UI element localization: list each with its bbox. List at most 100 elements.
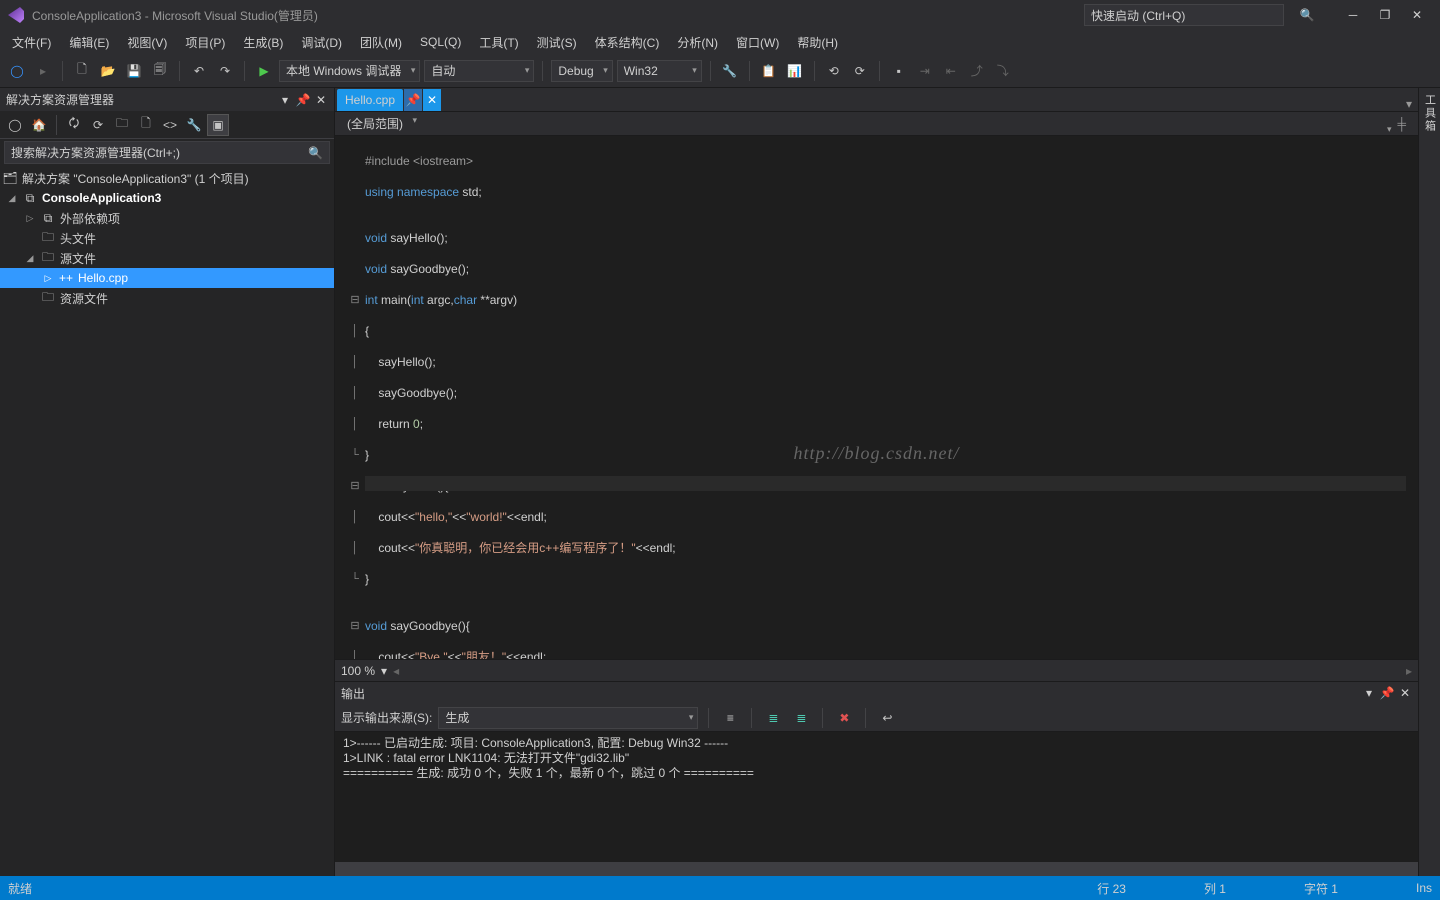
menu-project[interactable]: 项目(P)	[177, 32, 233, 53]
headers-node[interactable]: 🗀 头文件	[0, 228, 334, 248]
menu-test[interactable]: 测试(S)	[529, 32, 585, 53]
pin-icon[interactable]: 📌	[1380, 686, 1394, 700]
expand-icon[interactable]: ◢	[24, 253, 36, 264]
new-project-icon[interactable]: 🗋	[71, 60, 93, 82]
zoom-dropdown-icon[interactable]: ▾	[381, 664, 387, 678]
tb-icon-5[interactable]: ⟳	[849, 60, 871, 82]
external-deps-node[interactable]: ▷ ⧉ 外部依赖项	[0, 208, 334, 228]
code-icon[interactable]: <>	[159, 114, 181, 136]
project-node[interactable]: ◢ ⧉ ConsoleApplication3	[0, 188, 334, 208]
search-icon[interactable]: 🔍	[1292, 4, 1322, 26]
menu-team[interactable]: 团队(M)	[352, 32, 410, 53]
solution-icon: 🗂	[2, 171, 18, 185]
sources-node[interactable]: ◢ 🗀 源文件	[0, 248, 334, 268]
vs-logo-icon	[8, 7, 24, 23]
tab-label: Hello.cpp	[345, 93, 395, 107]
close-button[interactable]: ✕	[1402, 4, 1432, 26]
properties-icon[interactable]: 🔧	[183, 114, 205, 136]
hello-cpp-node[interactable]: ▷ ++ Hello.cpp	[0, 268, 334, 288]
hello-label: Hello.cpp	[78, 271, 128, 285]
panel-dropdown-icon[interactable]: ▾	[1362, 686, 1376, 700]
platform-dropdown[interactable]: Win32	[617, 60, 702, 82]
menu-tools[interactable]: 工具(T)	[471, 32, 526, 53]
output-text[interactable]: 1>------ 已启动生成: 项目: ConsoleApplication3,…	[335, 732, 1418, 862]
solution-node[interactable]: 🗂 解决方案 "ConsoleApplication3" (1 个项目)	[0, 168, 334, 188]
output-icon-1[interactable]: ≡	[719, 707, 741, 729]
toolbox-tab[interactable]: 工具箱	[1418, 88, 1440, 876]
menu-file[interactable]: 文件(F)	[4, 32, 59, 53]
quick-launch-input[interactable]: 快速启动 (Ctrl+Q)	[1084, 4, 1284, 26]
expand-icon[interactable]: ▷	[42, 273, 54, 284]
status-char: 字符 1	[1304, 880, 1338, 897]
tb-icon-8[interactable]: ⇤	[940, 60, 962, 82]
output-icon-2[interactable]: ≣	[762, 707, 784, 729]
open-icon[interactable]: 📂	[97, 60, 119, 82]
output-source-dropdown[interactable]: 生成	[438, 707, 698, 729]
output-clear-icon[interactable]: ✖	[833, 707, 855, 729]
tb-icon-10[interactable]: ⤵	[992, 60, 1014, 82]
panel-close-icon[interactable]: ✕	[1398, 686, 1412, 700]
save-icon[interactable]: 💾	[123, 60, 145, 82]
tab-close-button[interactable]: ✕	[423, 89, 441, 111]
tab-overflow-icon[interactable]: ▾	[1400, 97, 1418, 111]
debugger-dropdown[interactable]: 本地 Windows 调试器	[279, 60, 420, 82]
solution-tree[interactable]: 🗂 解决方案 "ConsoleApplication3" (1 个项目) ◢ ⧉…	[0, 166, 334, 876]
menu-analyze[interactable]: 分析(N)	[669, 32, 726, 53]
project-label: ConsoleApplication3	[42, 191, 161, 205]
menu-edit[interactable]: 编辑(E)	[61, 32, 117, 53]
redo-icon[interactable]: ↷	[214, 60, 236, 82]
back-icon[interactable]: ◯	[4, 114, 26, 136]
solution-explorer-title: 解决方案资源管理器	[6, 91, 114, 108]
undo-icon[interactable]: ↶	[188, 60, 210, 82]
nav-fwd-icon[interactable]: ▸	[32, 60, 54, 82]
menu-architecture[interactable]: 体系结构(C)	[587, 32, 668, 53]
start-debug-icon[interactable]: ▶	[253, 60, 275, 82]
expand-icon[interactable]: ▷	[24, 213, 36, 224]
tab-pin-button[interactable]: 📌	[404, 89, 422, 111]
output-wrap-icon[interactable]: ↩	[876, 707, 898, 729]
resources-node[interactable]: 🗀 资源文件	[0, 288, 334, 308]
pin-icon[interactable]: 📌	[296, 93, 310, 107]
menu-build[interactable]: 生成(B)	[235, 32, 291, 53]
save-all-icon[interactable]: 🗐	[149, 60, 171, 82]
solution-search-input[interactable]: 搜索解决方案资源管理器(Ctrl+;) 🔍	[4, 141, 330, 164]
output-toolbar: 显示输出来源(S): 生成 ≡ ≣ ≣ ✖ ↩	[335, 704, 1418, 732]
maximize-button[interactable]: ❐	[1370, 4, 1400, 26]
auto-dropdown[interactable]: 自动	[424, 60, 534, 82]
tb-icon-4[interactable]: ⟲	[823, 60, 845, 82]
expand-icon[interactable]: ◢	[6, 193, 18, 204]
preview-icon[interactable]: ▣	[207, 114, 229, 136]
sync-icon[interactable]: 🗘	[63, 114, 85, 136]
tb-icon-3[interactable]: 📊	[784, 60, 806, 82]
code-editor[interactable]: #include <iostream> using namespace std;…	[335, 136, 1418, 659]
output-scrollbar[interactable]	[335, 862, 1418, 876]
scope-dropdown[interactable]: (全局范围)	[343, 115, 419, 132]
collapse-icon[interactable]: 🗀	[111, 114, 133, 136]
tb-icon-9[interactable]: ⤴	[966, 60, 988, 82]
watermark: http://blog.csdn.net/	[794, 446, 960, 462]
tab-hello-cpp[interactable]: Hello.cpp	[337, 89, 403, 111]
menu-sql[interactable]: SQL(Q)	[412, 33, 469, 51]
output-icon-3[interactable]: ≣	[790, 707, 812, 729]
panel-close-icon[interactable]: ✕	[314, 93, 328, 107]
menu-help[interactable]: 帮助(H)	[789, 32, 846, 53]
config-dropdown[interactable]: Debug	[551, 60, 612, 82]
code-line: #include <iostream>	[365, 154, 473, 168]
tb-icon-6[interactable]: ▪	[888, 60, 910, 82]
zoom-level[interactable]: 100 %	[341, 664, 375, 678]
menu-window[interactable]: 窗口(W)	[728, 32, 787, 53]
show-all-icon[interactable]: 🗋	[135, 114, 157, 136]
tb-icon-2[interactable]: 📋	[758, 60, 780, 82]
home-icon[interactable]: 🏠	[28, 114, 50, 136]
project-icon: ⧉	[22, 191, 38, 205]
refresh-icon[interactable]: ⟳	[87, 114, 109, 136]
tb-icon-7[interactable]: ⇥	[914, 60, 936, 82]
minimize-button[interactable]: ─	[1338, 4, 1368, 26]
split-icon[interactable]: ╪	[1393, 117, 1410, 131]
tb-icon-1[interactable]: 🔧	[719, 60, 741, 82]
nav-back-icon[interactable]: ◯	[6, 60, 28, 82]
menu-view[interactable]: 视图(V)	[119, 32, 175, 53]
solution-explorer-panel: 解决方案资源管理器 ▾ 📌 ✕ ◯ 🏠 🗘 ⟳ 🗀 🗋 <> 🔧 ▣ 搜索解决方…	[0, 88, 335, 876]
panel-dropdown-icon[interactable]: ▾	[278, 93, 292, 107]
menu-debug[interactable]: 调试(D)	[293, 32, 350, 53]
